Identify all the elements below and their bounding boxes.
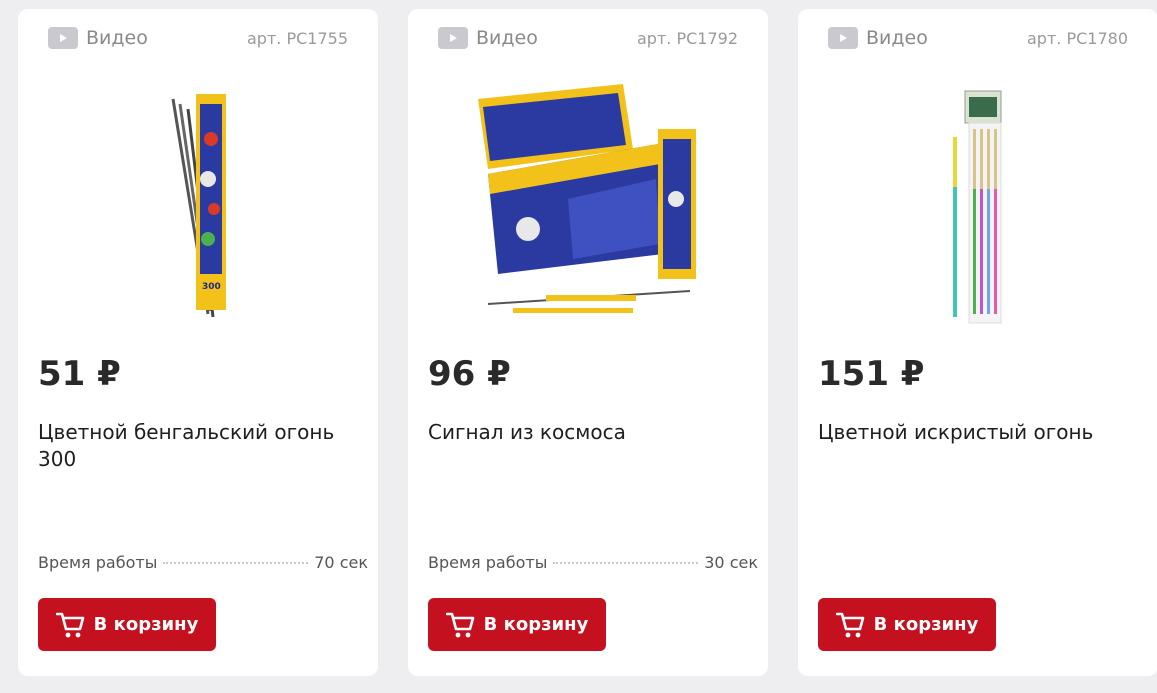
add-to-cart-button[interactable]: В корзину	[38, 598, 216, 651]
spec-label: Время работы	[38, 553, 158, 572]
svg-text:300: 300	[202, 282, 221, 292]
spec-value: 70 сек	[314, 553, 368, 572]
product-image[interactable]	[818, 79, 1138, 329]
spec-label: Время работы	[428, 553, 548, 572]
cart-button-label: В корзину	[873, 614, 979, 635]
product-image[interactable]: 300	[38, 79, 358, 329]
spec-value: 30 сек	[704, 553, 758, 572]
add-to-cart-button[interactable]: В корзину	[818, 598, 996, 651]
play-icon	[828, 27, 858, 49]
cart-button-label: В корзину	[93, 614, 199, 635]
product-sku: арт. PC1755	[247, 29, 348, 48]
cart-icon	[835, 612, 864, 637]
product-price: 51 ₽	[38, 354, 121, 394]
product-title[interactable]: Цветной искристый огонь	[818, 419, 1138, 446]
play-icon	[438, 27, 468, 49]
product-card[interactable]: Видео арт. PC1780 151 ₽ Цветной искристы…	[798, 9, 1157, 676]
product-grid: Видео арт. PC1755 300 51 ₽ Цветной бенга…	[0, 0, 1157, 693]
video-link[interactable]: Видео	[48, 27, 148, 49]
video-label: Видео	[86, 27, 148, 49]
video-label: Видео	[866, 27, 928, 49]
product-image[interactable]	[428, 79, 748, 329]
spec-dots	[163, 562, 309, 564]
video-label: Видео	[476, 27, 538, 49]
add-to-cart-button[interactable]: В корзину	[428, 598, 606, 651]
product-sku: арт. PC1780	[1027, 29, 1128, 48]
product-title[interactable]: Цветной бенгальский огонь 300	[38, 419, 358, 473]
spec-dots	[553, 562, 699, 564]
product-card[interactable]: Видео арт. PC1755 300 51 ₽ Цветной бенга…	[18, 9, 378, 676]
product-card[interactable]: Видео арт. PC1792 96 ₽ Сигнал из космоса…	[408, 9, 768, 676]
product-price: 151 ₽	[818, 354, 925, 394]
cart-button-label: В корзину	[483, 614, 589, 635]
product-sku: арт. PC1792	[637, 29, 738, 48]
video-link[interactable]: Видео	[438, 27, 538, 49]
video-link[interactable]: Видео	[828, 27, 928, 49]
cart-icon	[445, 612, 474, 637]
product-title[interactable]: Сигнал из космоса	[428, 419, 748, 446]
product-price: 96 ₽	[428, 354, 511, 394]
cart-icon	[55, 612, 84, 637]
spec-duration: Время работы 70 сек	[38, 553, 368, 572]
spec-duration: Время работы 30 сек	[428, 553, 758, 572]
play-icon	[48, 27, 78, 49]
